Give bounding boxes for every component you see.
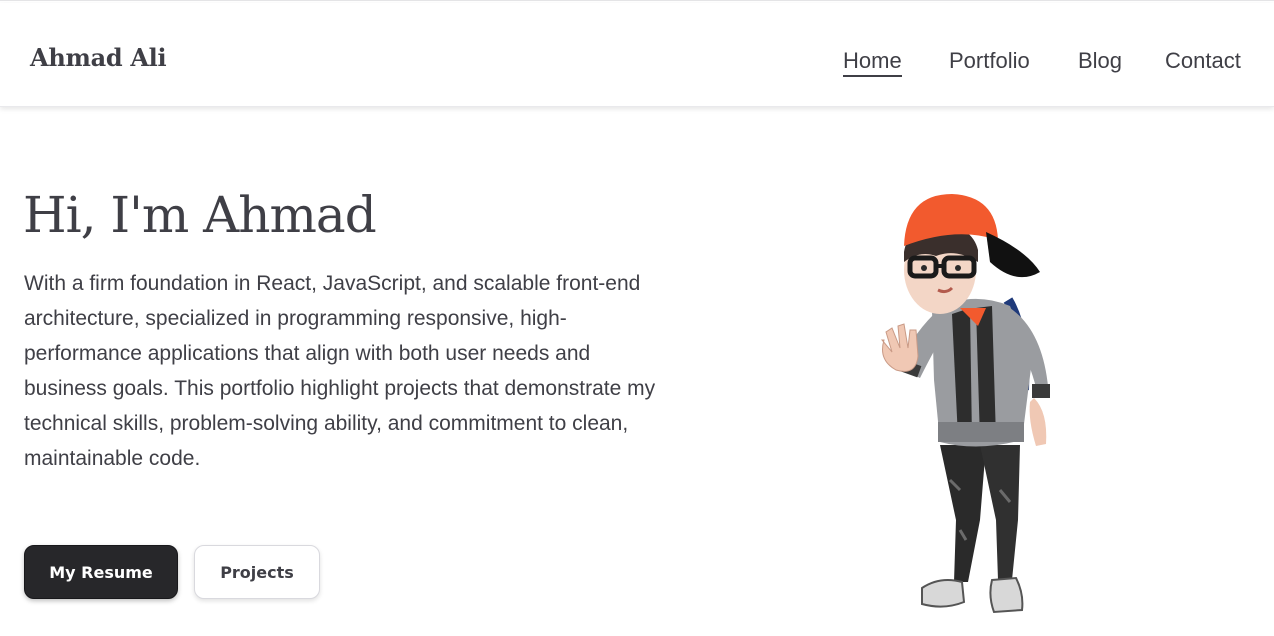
my-resume-button[interactable]: My Resume <box>24 545 178 599</box>
hero-description: With a firm foundation in React, JavaScr… <box>24 272 656 470</box>
brand-logo[interactable]: Ahmad Ali <box>30 43 167 72</box>
nav-link-contact[interactable]: Contact <box>1165 48 1241 74</box>
navbar: Ahmad Ali Home Portfolio Blog Contact <box>0 3 1274 107</box>
nav-link-home[interactable]: Home <box>843 48 902 77</box>
nav-link-blog[interactable]: Blog <box>1078 48 1122 74</box>
avatar-legs <box>940 445 1020 582</box>
hero-title: Hi, I'm Ahmad <box>23 186 377 244</box>
projects-button[interactable]: Projects <box>194 545 320 599</box>
avatar-illustration <box>880 194 1050 614</box>
avatar-hand <box>880 323 919 372</box>
avatar-hoodie <box>896 298 1050 447</box>
avatar-shoes <box>921 576 1024 614</box>
nav-link-portfolio[interactable]: Portfolio <box>949 48 1030 74</box>
